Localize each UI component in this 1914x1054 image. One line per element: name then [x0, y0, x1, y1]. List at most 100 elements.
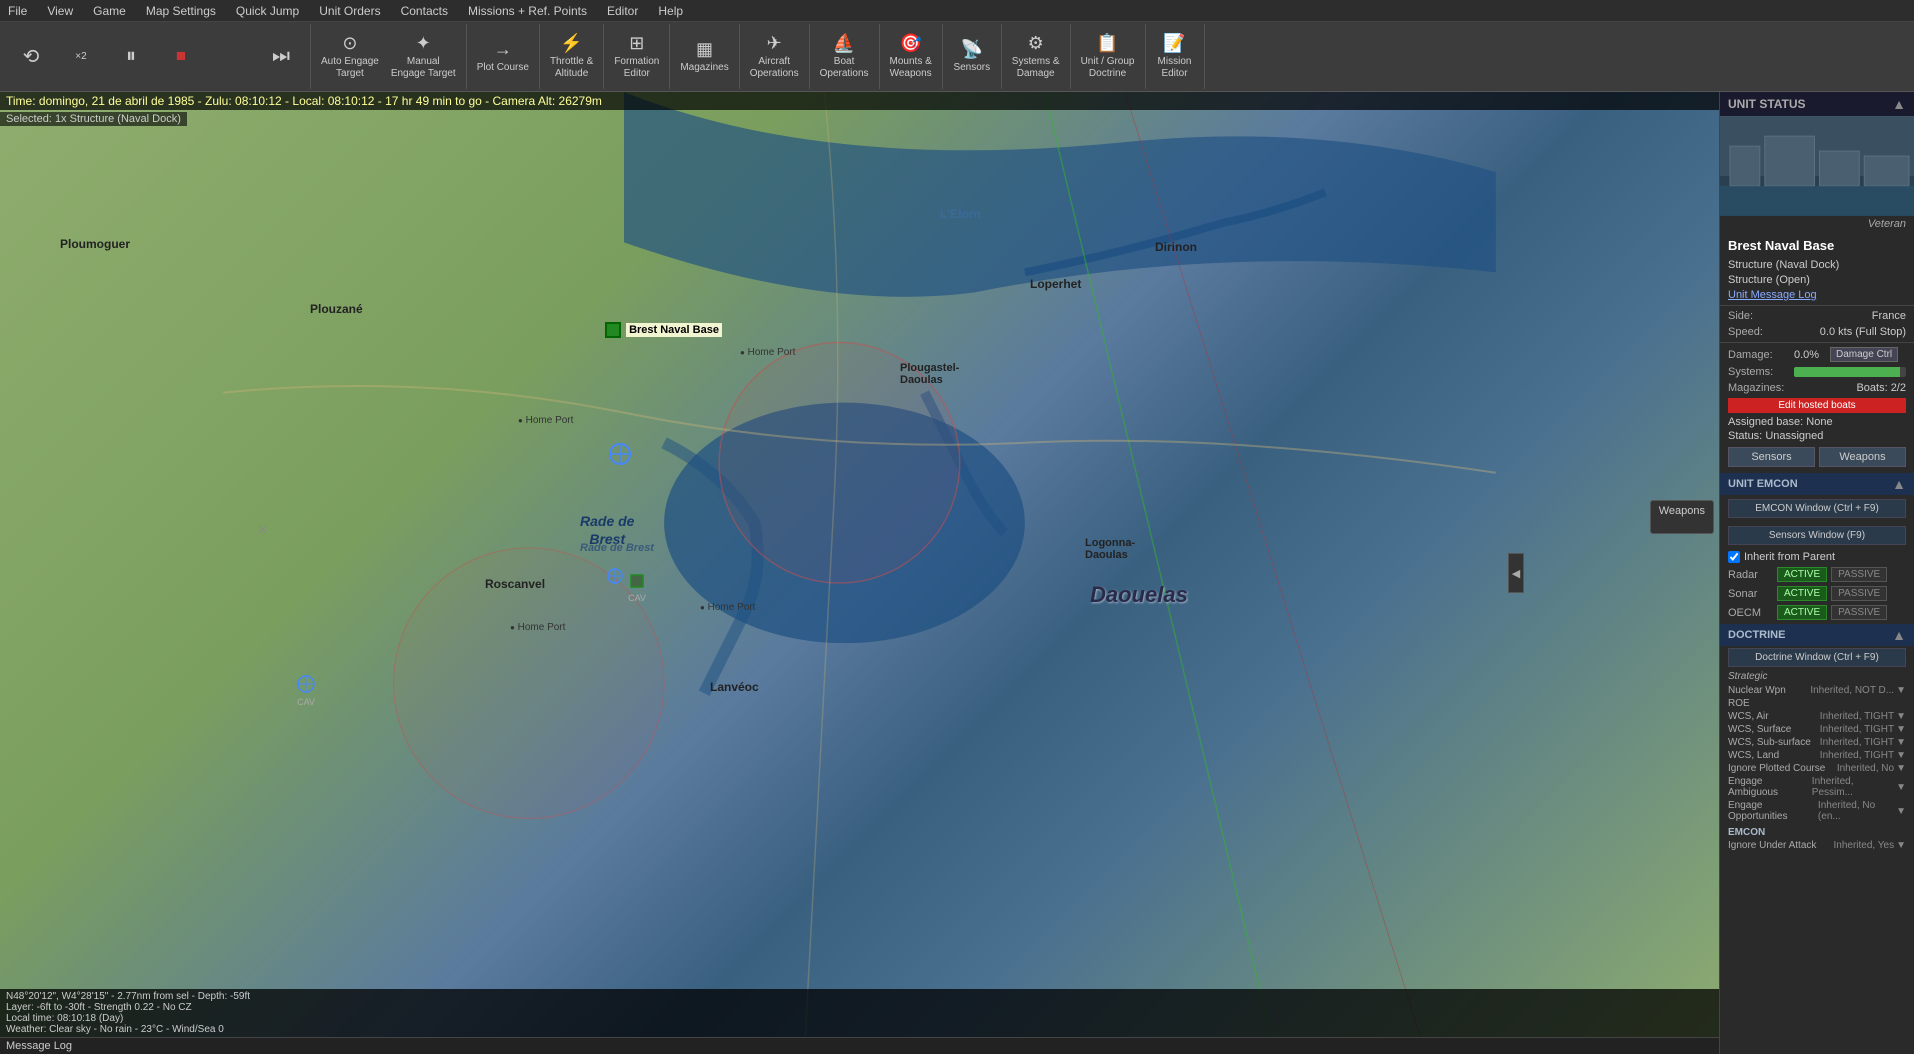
- menu-editor[interactable]: Editor: [603, 3, 642, 19]
- menu-quick-jump[interactable]: Quick Jump: [232, 3, 303, 19]
- oecm-row: OECM ACTIVE PASSIVE: [1720, 603, 1914, 622]
- engage-ambiguous-label: Engage Ambiguous: [1728, 776, 1812, 798]
- edit-hosted-boats-btn[interactable]: Edit hosted boats: [1728, 398, 1906, 413]
- inherit-checkbox[interactable]: [1728, 551, 1740, 563]
- sonar-row: Sonar ACTIVE PASSIVE: [1720, 584, 1914, 603]
- nuclear-dropdown-icon[interactable]: ▼: [1896, 685, 1906, 696]
- emcon-section-label: EMCON: [1728, 827, 1765, 838]
- menu-help[interactable]: Help: [654, 3, 687, 19]
- menu-game[interactable]: Game: [89, 3, 130, 19]
- doctrine-title: DOCTRINE: [1728, 629, 1785, 641]
- stop-icon: ⏹: [176, 45, 186, 68]
- pause-btn[interactable]: ⏸: [106, 42, 156, 71]
- wcs-air-dropdown[interactable]: ▼: [1896, 711, 1906, 722]
- ignore-plotted-label: Ignore Plotted Course: [1728, 763, 1825, 774]
- message-log-label: Message Log: [6, 1040, 72, 1052]
- plot-course-icon: →: [494, 39, 512, 60]
- unit-doctrine-btn[interactable]: 📋 Unit / GroupDoctrine: [1075, 30, 1141, 83]
- oecm-active-btn[interactable]: ACTIVE: [1777, 605, 1827, 620]
- coord-line4: Weather: Clear sky - No rain - 23°C - Wi…: [6, 1024, 1713, 1035]
- mounts-weapons-label: Mounts &Weapons: [890, 56, 932, 80]
- formation-btn[interactable]: ⊞ FormationEditor: [608, 30, 665, 83]
- menu-missions[interactable]: Missions + Ref. Points: [464, 3, 591, 19]
- aircraft-ops-btn[interactable]: ✈ AircraftOperations: [744, 30, 805, 83]
- unit-status-collapse[interactable]: ▲: [1892, 96, 1906, 112]
- magazines-btn[interactable]: ▦ Magazines: [674, 36, 734, 77]
- menu-view[interactable]: View: [43, 3, 77, 19]
- speed-label: Speed:: [1728, 326, 1763, 338]
- fast-forward-btn[interactable]: ⏭: [256, 42, 306, 71]
- sensors-panel-btn[interactable]: Sensors: [1728, 447, 1815, 467]
- coord-line2: Layer: -6ft to -30ft - Strength 0.22 - N…: [6, 1002, 1713, 1013]
- unit-emcon-collapse[interactable]: ▲: [1892, 476, 1906, 492]
- sensors-window-btn[interactable]: Sensors Window (F9): [1728, 526, 1906, 545]
- aircraft-ops-icon: ✈: [767, 33, 782, 54]
- plot-course-btn[interactable]: → Plot Course: [471, 36, 535, 77]
- boat-ops-btn[interactable]: ⛵ BoatOperations: [814, 30, 875, 83]
- unit-message-log-link[interactable]: Unit Message Log: [1720, 287, 1914, 303]
- weapons-panel-btn[interactable]: Weapons: [1819, 447, 1906, 467]
- doctrine-collapse[interactable]: ▲: [1892, 627, 1906, 643]
- radar-label: Radar: [1728, 569, 1773, 581]
- side-label: Side:: [1728, 310, 1753, 322]
- wcs-sub-dropdown[interactable]: ▼: [1896, 737, 1906, 748]
- oecm-label: OECM: [1728, 607, 1773, 619]
- stop-btn[interactable]: ⏹: [156, 42, 206, 71]
- ignore-plotted-dropdown[interactable]: ▼: [1896, 763, 1906, 774]
- assigned-base-row: Assigned base: None: [1720, 415, 1914, 429]
- doctrine-window-btn[interactable]: Doctrine Window (Ctrl + F9): [1728, 648, 1906, 667]
- unit-rank: Veteran: [1720, 216, 1914, 234]
- unit-name-display: Brest Naval Base: [1720, 234, 1914, 257]
- sensors-weapons-row: Sensors Weapons: [1720, 443, 1914, 471]
- sonar-active-btn[interactable]: ACTIVE: [1777, 586, 1827, 601]
- sensors-btn[interactable]: 📡 Sensors: [947, 36, 997, 77]
- damage-ctrl-btn[interactable]: Damage Ctrl: [1830, 347, 1898, 362]
- wcs-air-value: Inherited, TIGHT ▼: [1820, 711, 1906, 722]
- unit-doctrine-group: 📋 Unit / GroupDoctrine: [1071, 24, 1146, 89]
- toolbar: ⟲ ×2 ⏸ ⏹ ⏭ ⊙ Auto EngageTarget ✦ ManualE…: [0, 22, 1914, 92]
- expand-panel-btn[interactable]: ◀: [1508, 553, 1524, 593]
- ignore-plotted-row: Ignore Plotted Course Inherited, No ▼: [1720, 762, 1914, 775]
- message-log-bar[interactable]: Message Log: [0, 1037, 1719, 1054]
- manual-engage-btn[interactable]: ✦ ManualEngage Target: [385, 30, 462, 83]
- speed-controls: ⟲ ×2 ⏸ ⏹ ⏭: [2, 24, 311, 89]
- menu-unit-orders[interactable]: Unit Orders: [315, 3, 384, 19]
- menu-map-settings[interactable]: Map Settings: [142, 3, 220, 19]
- unit-photo: [1720, 116, 1914, 216]
- menu-file[interactable]: File: [4, 3, 31, 19]
- radar-active-btn[interactable]: ACTIVE: [1777, 567, 1827, 582]
- radar-passive-btn[interactable]: PASSIVE: [1831, 567, 1887, 582]
- map-background: [0, 92, 1719, 1054]
- boat-ops-group: ⛵ BoatOperations: [810, 24, 880, 89]
- engage-opp-dropdown[interactable]: ▼: [1896, 806, 1906, 817]
- wcs-surface-label: WCS, Surface: [1728, 724, 1791, 735]
- throttle-icon: ⚡: [560, 33, 582, 54]
- selected-unit-name: 1x Structure (Naval Dock): [55, 113, 181, 125]
- wcs-land-value: Inherited, TIGHT ▼: [1820, 750, 1906, 761]
- boat-ops-icon: ⛵: [833, 33, 855, 54]
- auto-engage-btn[interactable]: ⊙ Auto EngageTarget: [315, 30, 385, 83]
- throttle-btn[interactable]: ⚡ Throttle &Altitude: [544, 30, 599, 83]
- oecm-passive-btn[interactable]: PASSIVE: [1831, 605, 1887, 620]
- wcs-surface-row: WCS, Surface Inherited, TIGHT ▼: [1720, 723, 1914, 736]
- roe-label: ROE: [1728, 698, 1750, 709]
- engage-amb-dropdown[interactable]: ▼: [1896, 782, 1906, 793]
- mounts-weapons-btn[interactable]: 🎯 Mounts &Weapons: [884, 30, 938, 83]
- speed-back-btn[interactable]: ⟲: [6, 41, 56, 72]
- doctrine-window-wrapper: Doctrine Window (Ctrl + F9): [1720, 646, 1914, 669]
- menu-contacts[interactable]: Contacts: [397, 3, 452, 19]
- emcon-window-btn[interactable]: EMCON Window (Ctrl + F9): [1728, 499, 1906, 518]
- mission-editor-btn[interactable]: 📝 MissionEditor: [1150, 30, 1200, 83]
- systems-label: Systems:: [1728, 366, 1788, 378]
- side-row: Side: France: [1720, 308, 1914, 324]
- ignore-attack-dropdown[interactable]: ▼: [1896, 840, 1906, 851]
- systems-damage-btn[interactable]: ⚙ Systems &Damage: [1006, 30, 1066, 83]
- record-btn[interactable]: [206, 54, 256, 60]
- wcs-land-dropdown[interactable]: ▼: [1896, 750, 1906, 761]
- wcs-surface-dropdown[interactable]: ▼: [1896, 724, 1906, 735]
- nuclear-row: Nuclear Wpn Inherited, NOT D... ▼: [1720, 684, 1914, 697]
- sonar-passive-btn[interactable]: PASSIVE: [1831, 586, 1887, 601]
- formation-label: FormationEditor: [614, 56, 659, 80]
- map-area[interactable]: Time: domingo, 21 de abril de 1985 - Zul…: [0, 92, 1719, 1054]
- engage-ambiguous-value: Inherited, Pessim... ▼: [1812, 776, 1906, 798]
